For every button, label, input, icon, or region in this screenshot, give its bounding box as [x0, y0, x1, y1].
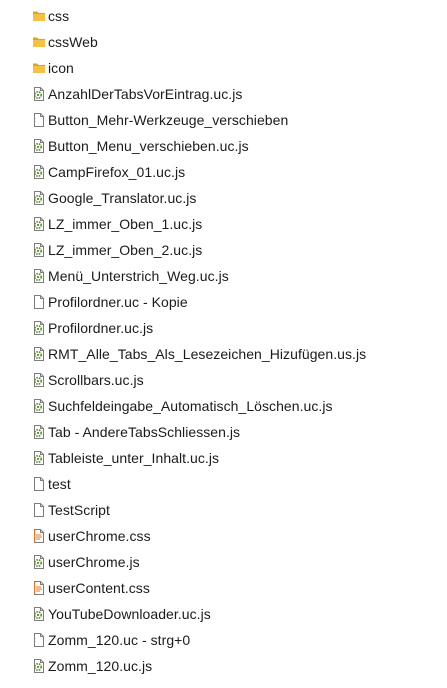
- script-file-icon: [31, 346, 47, 362]
- script-file-icon: [31, 268, 47, 284]
- file-name: Suchfeldeingabe_Automatisch_Löschen.uc.j…: [48, 398, 333, 414]
- file-item[interactable]: AnzahlDerTabsVorEintrag.uc.js: [0, 81, 447, 107]
- script-file-icon: [31, 190, 47, 206]
- css-file-icon: [31, 528, 47, 544]
- blank-file-icon: [31, 502, 47, 518]
- file-item[interactable]: Button_Mehr-Werkzeuge_verschieben: [0, 107, 447, 133]
- file-item[interactable]: RMT_Alle_Tabs_Als_Lesezeichen_Hizufügen.…: [0, 341, 447, 367]
- folder-icon: [31, 34, 47, 50]
- file-name: userChrome.css: [48, 528, 151, 544]
- file-item[interactable]: Profilordner.uc.js: [0, 315, 447, 341]
- blank-file-icon: [31, 294, 47, 310]
- file-item[interactable]: Menü_Unterstrich_Weg.uc.js: [0, 263, 447, 289]
- file-item[interactable]: icon: [0, 55, 447, 81]
- file-item[interactable]: LZ_immer_Oben_2.uc.js: [0, 237, 447, 263]
- blank-file-icon: [31, 632, 47, 648]
- file-name: Tab - AndereTabsSchliessen.js: [48, 424, 241, 440]
- blank-file-icon: [31, 476, 47, 492]
- file-item[interactable]: Tableiste_unter_Inhalt.uc.js: [0, 445, 447, 471]
- script-file-icon: [31, 242, 47, 258]
- file-list: css cssWeb icon AnzahlDerTabsVorEintrag.uc.…: [0, 3, 447, 679]
- file-item[interactable]: userChrome.css: [0, 523, 447, 549]
- blank-file-icon: [31, 112, 47, 128]
- file-name: LZ_immer_Oben_1.uc.js: [48, 216, 203, 232]
- file-item[interactable]: TestScript: [0, 497, 447, 523]
- file-item[interactable]: test: [0, 471, 447, 497]
- file-item[interactable]: Button_Menu_verschieben.uc.js: [0, 133, 447, 159]
- file-item[interactable]: cssWeb: [0, 29, 447, 55]
- file-item[interactable]: YouTubeDownloader.uc.js: [0, 601, 447, 627]
- file-name: cssWeb: [48, 34, 98, 50]
- file-name: userChrome.js: [48, 554, 140, 570]
- script-file-icon: [31, 450, 47, 466]
- file-item[interactable]: Scrollbars.uc.js: [0, 367, 447, 393]
- script-file-icon: [31, 554, 47, 570]
- script-file-icon: [31, 86, 47, 102]
- file-item[interactable]: userContent.css: [0, 575, 447, 601]
- file-name: test: [48, 476, 71, 492]
- file-item[interactable]: Zomm_120.uc - strg+0: [0, 627, 447, 653]
- file-item[interactable]: Tab - AndereTabsSchliessen.js: [0, 419, 447, 445]
- script-file-icon: [31, 216, 47, 232]
- file-item[interactable]: Suchfeldeingabe_Automatisch_Löschen.uc.j…: [0, 393, 447, 419]
- file-name: Google_Translator.uc.js: [48, 190, 197, 206]
- file-name: Scrollbars.uc.js: [48, 372, 144, 388]
- file-name: userContent.css: [48, 580, 150, 596]
- script-file-icon: [31, 398, 47, 414]
- file-item[interactable]: css: [0, 3, 447, 29]
- script-file-icon: [31, 606, 47, 622]
- file-name: Button_Menu_verschieben.uc.js: [48, 138, 249, 154]
- file-name: Zomm_120.uc.js: [48, 658, 153, 674]
- script-file-icon: [31, 164, 47, 180]
- file-item[interactable]: Profilordner.uc - Kopie: [0, 289, 447, 315]
- script-file-icon: [31, 424, 47, 440]
- file-name: RMT_Alle_Tabs_Als_Lesezeichen_Hizufügen.…: [48, 346, 367, 362]
- css-file-icon: [31, 580, 47, 596]
- file-item[interactable]: Google_Translator.uc.js: [0, 185, 447, 211]
- file-name: css: [48, 8, 70, 24]
- file-name: Profilordner.uc - Kopie: [48, 294, 188, 310]
- file-name: Profilordner.uc.js: [48, 320, 154, 336]
- file-item[interactable]: CampFirefox_01.uc.js: [0, 159, 447, 185]
- script-file-icon: [31, 372, 47, 388]
- file-name: Button_Mehr-Werkzeuge_verschieben: [48, 112, 289, 128]
- file-name: LZ_immer_Oben_2.uc.js: [48, 242, 203, 258]
- file-name: Menü_Unterstrich_Weg.uc.js: [48, 268, 229, 284]
- folder-icon: [31, 8, 47, 24]
- file-name: TestScript: [48, 502, 110, 518]
- file-name: CampFirefox_01.uc.js: [48, 164, 186, 180]
- file-name: YouTubeDownloader.uc.js: [48, 606, 211, 622]
- file-name: AnzahlDerTabsVorEintrag.uc.js: [48, 86, 243, 102]
- file-name: icon: [48, 60, 74, 76]
- file-item[interactable]: LZ_immer_Oben_1.uc.js: [0, 211, 447, 237]
- file-item[interactable]: userChrome.js: [0, 549, 447, 575]
- file-name: Tableiste_unter_Inhalt.uc.js: [48, 450, 220, 466]
- file-name: Zomm_120.uc - strg+0: [48, 632, 191, 648]
- file-explorer-view: { "files": [ {"name": "css", "icon": "fo…: [0, 0, 447, 688]
- folder-icon: [31, 60, 47, 76]
- script-file-icon: [31, 138, 47, 154]
- script-file-icon: [31, 320, 47, 336]
- file-item[interactable]: Zomm_120.uc.js: [0, 653, 447, 679]
- script-file-icon: [31, 658, 47, 674]
